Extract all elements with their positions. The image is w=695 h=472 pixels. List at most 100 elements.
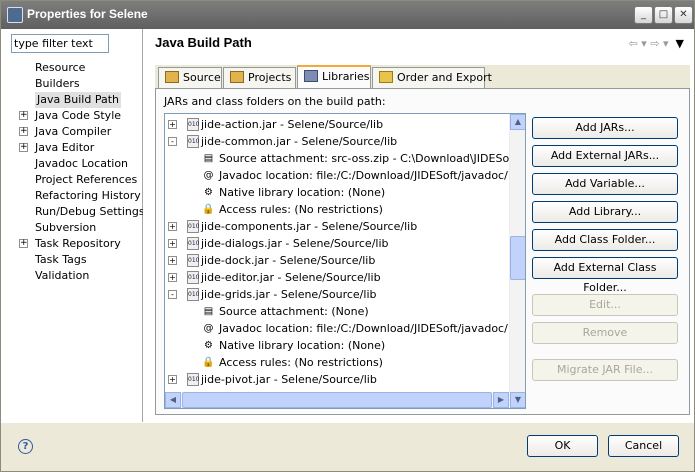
project-icon: [230, 71, 244, 83]
libraries-tree[interactable]: +010 jide-action.jar - Selene/Source/lib -…: [164, 113, 526, 409]
cancel-button[interactable]: Cancel: [608, 435, 679, 457]
sidebar-item-java-build-path[interactable]: Java Build Path: [35, 92, 122, 108]
row-label: Access rules: (No restrictions): [219, 203, 383, 216]
add-library-button[interactable]: Add Library...: [532, 201, 678, 223]
expand-icon[interactable]: +: [19, 239, 28, 248]
row-label: Javadoc location: file:/C:/Download/JIDE…: [219, 322, 508, 335]
jar-icon: 010: [187, 288, 199, 301]
tab-order-and-export[interactable]: Order and Export: [372, 67, 492, 88]
add-external-jars-button[interactable]: Add External JARs...: [532, 145, 678, 167]
sidebar-item-subversion[interactable]: Subversion: [35, 220, 96, 236]
history-navigation[interactable]: ⇦ ▾ ⇨ ▾ ▼: [629, 37, 684, 50]
sidebar-item-java-code-style[interactable]: Java Code Style: [35, 108, 121, 124]
sidebar-item-project-references[interactable]: Project References: [35, 172, 137, 188]
scroll-right-icon[interactable]: ▶: [493, 392, 509, 408]
sidebar-item-java-editor[interactable]: Java Editor: [35, 140, 94, 156]
vertical-scroll-thumb[interactable]: [510, 236, 525, 280]
sidebar-item-java-compiler[interactable]: Java Compiler: [35, 124, 111, 140]
scroll-left-icon[interactable]: ◀: [165, 392, 181, 408]
sidebar-item-validation[interactable]: Validation: [35, 268, 89, 284]
tab-label: Order and Export: [397, 71, 492, 84]
sidebar-item-task-tags[interactable]: Task Tags: [35, 252, 87, 268]
expand-icon[interactable]: +: [168, 222, 177, 231]
jar-icon: 010: [187, 237, 199, 250]
jar-icon: 010: [187, 220, 199, 233]
vertical-scrollbar[interactable]: ▲ ▼: [509, 114, 525, 408]
javadoc-icon: @: [203, 323, 214, 334]
tab-libraries[interactable]: Libraries: [297, 65, 371, 89]
sidebar-item-refactoring-history[interactable]: Refactoring History: [35, 188, 141, 204]
library-attribute-row[interactable]: ⚙ Native library location: (None): [204, 184, 385, 201]
library-jar-row[interactable]: +010 jide-dialogs.jar - Selene/Source/lib: [168, 235, 389, 252]
main-pane: Java Build Path ⇦ ▾ ⇨ ▾ ▼ Source Project…: [143, 29, 694, 422]
collapse-icon[interactable]: -: [168, 290, 177, 299]
access-rules-icon: 🔒: [202, 204, 215, 215]
add-jars-button[interactable]: Add JARs...: [532, 117, 678, 139]
sidebar-item-task-repository[interactable]: Task Repository: [35, 236, 121, 252]
scroll-up-icon[interactable]: ▲: [510, 114, 525, 130]
collapse-icon[interactable]: -: [168, 137, 177, 146]
expand-icon[interactable]: +: [19, 143, 28, 152]
expand-icon[interactable]: +: [19, 111, 28, 120]
preferences-sidebar: ResourceBuildersJava Build PathJava Code…: [1, 29, 145, 422]
expand-icon[interactable]: +: [168, 239, 177, 248]
close-button[interactable]: ✕: [674, 6, 693, 24]
migrate-jar-button[interactable]: Migrate JAR File...: [532, 359, 678, 381]
dialog-button-bar: ? OK Cancel: [1, 422, 694, 471]
expand-icon[interactable]: +: [19, 127, 28, 136]
horizontal-scroll-thumb[interactable]: [182, 392, 492, 408]
add-class-folder-button[interactable]: Add Class Folder...: [532, 229, 678, 251]
filter-input[interactable]: [11, 34, 109, 53]
row-label: jide-components.jar - Selene/Source/lib: [201, 220, 418, 233]
row-label: Source attachment: src-oss.zip - C:\Down…: [219, 152, 526, 165]
app-icon: [7, 7, 23, 23]
edit-button[interactable]: Edit...: [532, 294, 678, 316]
remove-button[interactable]: Remove: [532, 322, 678, 344]
libraries-label: JARs and class folders on the build path…: [164, 95, 386, 108]
sidebar-item-resource[interactable]: Resource: [35, 60, 85, 76]
library-attribute-row[interactable]: 🔒 Access rules: (No restrictions): [202, 354, 383, 371]
library-attribute-row[interactable]: ▤ Source attachment: (None): [204, 303, 369, 320]
sidebar-item-run-debug-settings[interactable]: Run/Debug Settings: [35, 204, 145, 220]
tab-label: Libraries: [322, 70, 370, 83]
maximize-button[interactable]: □: [654, 6, 673, 24]
library-attribute-row[interactable]: @ Javadoc location: file:/C:/Download/JID…: [204, 167, 508, 184]
jar-icon: 010: [187, 135, 199, 148]
library-jar-row[interactable]: +010 jide-editor.jar - Selene/Source/lib: [168, 269, 381, 286]
expand-icon[interactable]: +: [168, 256, 177, 265]
row-label: Native library location: (None): [219, 339, 386, 352]
library-jar-row[interactable]: +010 jide-action.jar - Selene/Source/lib: [168, 116, 383, 133]
library-jar-row[interactable]: - 010 jide-grids.jar - Selene/Source/lib: [168, 286, 377, 303]
library-attribute-row[interactable]: @ Javadoc location: file:/C:/Download/JID…: [204, 320, 508, 337]
library-jar-row[interactable]: - 010 jide-common.jar - Selene/Source/lib: [168, 133, 397, 150]
minimize-button[interactable]: _: [634, 6, 653, 24]
expand-icon[interactable]: +: [168, 375, 177, 384]
library-jar-row[interactable]: +010 jide-dock.jar - Selene/Source/lib: [168, 252, 375, 269]
expand-icon[interactable]: +: [168, 273, 177, 282]
row-label: jide-dialogs.jar - Selene/Source/lib: [201, 237, 389, 250]
library-attribute-row[interactable]: 🔒 Access rules: (No restrictions): [202, 201, 383, 218]
library-jar-row[interactable]: +010 jide-pivot.jar - Selene/Source/lib: [168, 371, 377, 388]
scroll-down-icon[interactable]: ▼: [510, 392, 525, 408]
native-library-icon: ⚙: [204, 340, 213, 351]
tab-source[interactable]: Source: [158, 67, 222, 88]
library-attribute-row[interactable]: ▤ Source attachment: src-oss.zip - C:\Dow…: [204, 150, 526, 167]
library-attribute-row[interactable]: ⚙ Native library location: (None): [204, 337, 386, 354]
sidebar-item-javadoc-location[interactable]: Javadoc Location: [35, 156, 128, 172]
properties-window: Properties for Selene _ □ ✕ ResourceBuil…: [0, 0, 695, 472]
window-title: Properties for Selene: [27, 7, 148, 21]
row-label: Javadoc location: file:/C:/Download/JIDE…: [219, 169, 508, 182]
title-bar[interactable]: Properties for Selene _ □ ✕: [1, 1, 694, 29]
row-label: jide-grids.jar - Selene/Source/lib: [201, 288, 377, 301]
help-icon[interactable]: ?: [18, 439, 33, 454]
expand-icon[interactable]: +: [168, 120, 177, 129]
tab-projects[interactable]: Projects: [223, 67, 296, 88]
add-external-class-folder-button[interactable]: Add External Class Folder...: [532, 257, 678, 294]
ok-button[interactable]: OK: [527, 435, 598, 457]
horizontal-scrollbar[interactable]: ◀ ▶: [165, 392, 510, 408]
sidebar-item-builders[interactable]: Builders: [35, 76, 80, 92]
source-attachment-icon: ▤: [203, 306, 214, 317]
library-jar-row[interactable]: +010 jide-components.jar - Selene/Source/…: [168, 218, 418, 235]
menu-chevron-down-icon[interactable]: ▼: [676, 37, 684, 50]
add-variable-button[interactable]: Add Variable...: [532, 173, 678, 195]
